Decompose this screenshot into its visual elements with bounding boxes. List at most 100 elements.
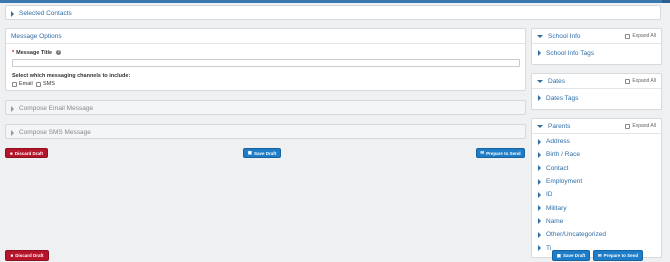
send-icon: ✉: [480, 150, 485, 155]
sidebar-item-military[interactable]: Military: [532, 201, 661, 214]
caret-down-icon: [537, 34, 543, 38]
trash-icon: ■: [10, 253, 14, 258]
parents-panel: Parents Expand All Address Birth / Race …: [531, 118, 662, 258]
help-icon[interactable]: ?: [56, 50, 62, 56]
caret-right-icon: [538, 50, 541, 56]
expand-all-checkbox[interactable]: [625, 33, 631, 39]
discard-draft-label: Discard Draft: [14, 150, 43, 156]
dates-panel: Dates Expand All Dates Tags: [531, 73, 662, 110]
caret-right-icon: [538, 138, 541, 145]
school-info-title: School Info: [548, 32, 581, 40]
prepare-to-send-label: Prepare to Send: [603, 253, 639, 258]
trash-icon: ■: [10, 150, 13, 156]
selected-contacts-header[interactable]: Selected Contacts: [6, 6, 660, 21]
save-icon: ▣: [556, 252, 561, 258]
sidebar-item-label: Military: [546, 204, 567, 212]
sidebar-item-label: Employment: [546, 178, 583, 186]
sidebar-item-label: School Info Tags: [546, 49, 594, 57]
expand-all-checkbox[interactable]: [625, 123, 631, 129]
caret-right-icon: [538, 205, 541, 212]
sidebar-item-birth-race[interactable]: Birth / Race: [532, 148, 661, 161]
sidebar-item-contact[interactable]: Contact: [532, 162, 661, 175]
email-channel-option[interactable]: Email: [12, 81, 33, 87]
school-info-expand-all[interactable]: Expand All: [625, 33, 656, 39]
send-icon: ✉: [597, 252, 602, 258]
email-channel-label: Email: [19, 81, 33, 87]
message-title-input[interactable]: [12, 59, 520, 67]
sms-checkbox[interactable]: [36, 81, 41, 87]
caret-right-icon: [11, 10, 14, 17]
sidebar-item-label: Birth / Race: [546, 151, 580, 159]
save-draft-label: Save Draft: [254, 150, 277, 156]
selected-contacts-panel[interactable]: Selected Contacts: [5, 5, 661, 20]
prepare-to-send-button-footer[interactable]: ✉ Prepare to Send: [593, 250, 643, 261]
compose-email-title: Compose Email Message: [19, 105, 94, 112]
save-draft-button[interactable]: ▣ Save Draft: [243, 148, 281, 158]
discard-draft-button-footer[interactable]: ■ Discard Draft: [5, 250, 49, 261]
top-accent-bar: [0, 0, 670, 3]
parents-title: Parents: [548, 122, 571, 130]
caret-right-icon: [11, 129, 14, 136]
sidebar-item-id[interactable]: ID: [532, 188, 661, 201]
expand-all-label: Expand All: [632, 33, 656, 39]
caret-down-icon: [537, 79, 543, 83]
save-draft-label: Save Draft: [563, 253, 586, 258]
sms-channel-label: SMS: [43, 81, 55, 87]
compose-sms-title: Compose SMS Message: [19, 129, 91, 136]
caret-right-icon: [538, 95, 541, 101]
message-title-label-text: Message Title: [16, 50, 53, 56]
compose-sms-header[interactable]: Compose SMS Message: [6, 125, 525, 140]
save-draft-button-footer[interactable]: ▣ Save Draft: [552, 250, 590, 261]
parents-expand-all[interactable]: Expand All: [625, 123, 656, 129]
dates-header[interactable]: Dates Expand All: [532, 74, 661, 89]
sidebar-item-label: Contact: [546, 164, 569, 172]
required-marker: *: [12, 50, 15, 56]
prepare-to-send-button[interactable]: ✉ Prepare to Send: [476, 148, 525, 158]
parents-header[interactable]: Parents Expand All: [532, 119, 661, 134]
discard-draft-button[interactable]: ■ Discard Draft: [5, 148, 48, 158]
sidebar-item-label: Dates Tags: [546, 94, 579, 102]
school-info-panel: School Info Expand All School Info Tags: [531, 28, 662, 65]
email-checkbox[interactable]: [12, 81, 17, 87]
caret-right-icon: [538, 231, 541, 238]
sidebar-item-label: ID: [546, 191, 553, 199]
expand-all-checkbox[interactable]: [625, 78, 631, 84]
sidebar-item-name[interactable]: Name: [532, 215, 661, 228]
caret-right-icon: [538, 165, 541, 172]
expand-all-label: Expand All: [632, 78, 656, 84]
dates-title: Dates: [548, 77, 565, 85]
compose-email-header[interactable]: Compose Email Message: [6, 101, 525, 116]
sidebar-item-label: Other/Uncategorized: [546, 231, 606, 239]
message-title-label: * Message Title?: [12, 50, 62, 56]
sidebar-item-other-uncategorized[interactable]: Other/Uncategorized: [532, 228, 661, 241]
sidebar-item-dates-tags[interactable]: Dates Tags: [532, 89, 661, 107]
sidebar-item-employment[interactable]: Employment: [532, 175, 661, 188]
caret-right-icon: [538, 218, 541, 225]
caret-right-icon: [538, 178, 541, 185]
expand-all-label: Expand All: [632, 123, 656, 129]
message-options-header: Message Options: [6, 29, 525, 44]
parents-list: Address Birth / Race Contact Employment …: [532, 134, 661, 255]
save-icon: ▣: [247, 150, 252, 155]
prepare-to-send-label: Prepare to Send: [486, 150, 521, 156]
dates-expand-all[interactable]: Expand All: [625, 78, 656, 84]
sidebar-item-label: Address: [546, 138, 570, 146]
compose-email-panel[interactable]: Compose Email Message: [5, 100, 526, 115]
caret-down-icon: [537, 124, 543, 128]
caret-right-icon: [538, 245, 541, 252]
sidebar-item-label: Ti: [546, 244, 552, 252]
caret-right-icon: [538, 151, 541, 158]
sidebar-item-address[interactable]: Address: [532, 135, 661, 148]
compose-sms-panel[interactable]: Compose SMS Message: [5, 124, 526, 139]
sidebar-item-school-info-tags[interactable]: School Info Tags: [532, 44, 661, 62]
message-options-title: Message Options: [11, 32, 62, 40]
message-options-panel: Message Options * Message Title? Select w…: [5, 28, 526, 91]
top-accent-bar-edge: [662, 0, 670, 3]
channels-label: Select which messaging channels to inclu…: [12, 73, 131, 79]
selected-contacts-title: Selected Contacts: [19, 10, 72, 17]
sms-channel-option[interactable]: SMS: [36, 81, 55, 87]
school-info-header[interactable]: School Info Expand All: [532, 29, 661, 44]
caret-right-icon: [11, 105, 14, 112]
sidebar-item-label: Name: [546, 217, 564, 225]
discard-draft-label: Discard Draft: [15, 253, 44, 258]
